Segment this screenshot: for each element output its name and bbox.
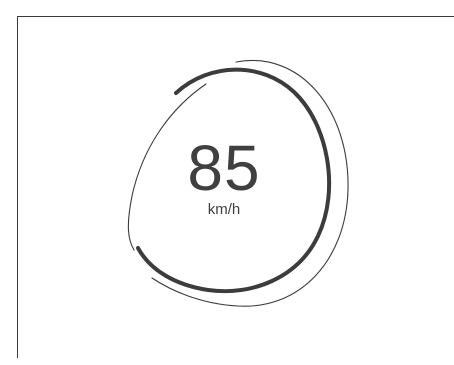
- speedometer-canvas: 85 km/h: [0, 0, 454, 365]
- speed-value: 85: [187, 132, 261, 204]
- speed-unit-label: km/h: [207, 201, 241, 218]
